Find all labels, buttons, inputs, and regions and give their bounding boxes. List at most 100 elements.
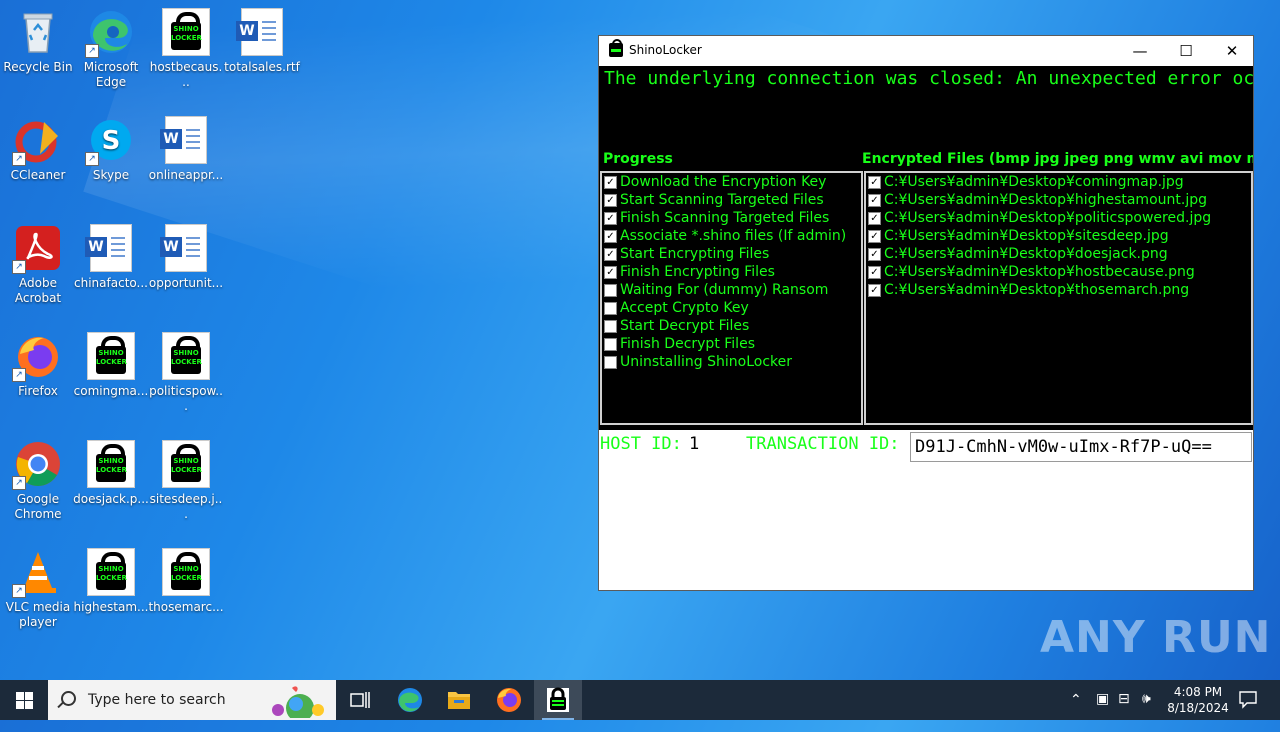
window-titlebar[interactable]: ShinoLocker — ☐ ✕ — [599, 36, 1253, 66]
checked-checkbox[interactable]: ✓ — [604, 266, 617, 279]
edge-icon: ↗ — [85, 8, 135, 58]
unchecked-checkbox[interactable] — [604, 284, 617, 297]
progress-item: ✓ Associate *.shino files (If admin) — [602, 227, 861, 245]
progress-header: Progress — [603, 151, 673, 167]
shinolocker-file-icon: SHINO LOCKER — [87, 440, 135, 488]
checked-checkbox[interactable]: ✓ — [868, 266, 881, 279]
progress-item-label: Start Encrypting Files — [620, 246, 770, 262]
taskbar-search-box[interactable]: Type here to search — [48, 680, 336, 720]
desktop-icon-label: thosemarc... — [148, 600, 224, 614]
desktop-icon-label: Skype — [92, 168, 130, 182]
desktop-icon-label: hostbecaus... — [149, 60, 223, 89]
checked-checkbox[interactable]: ✓ — [604, 212, 617, 225]
volume-icon[interactable]: 🕪 — [1142, 691, 1151, 731]
desktop-icon-chinafacto[interactable]: W chinafacto... — [73, 224, 149, 291]
desktop-icon-adobe-acrobat[interactable]: ↗ Adobe Acrobat — [0, 224, 76, 306]
checked-checkbox[interactable]: ✓ — [868, 212, 881, 225]
desktop-icon-sitesdeep[interactable]: SHINO LOCKER sitesdeep.j... — [148, 440, 224, 522]
desktop-icon-thosemarc[interactable]: SHINO LOCKER thosemarc... — [148, 548, 224, 615]
word-document-icon: W — [85, 224, 135, 272]
desktop-icon-politicspow[interactable]: SHINO LOCKER politicspow... — [148, 332, 224, 414]
progress-item-label: Accept Crypto Key — [620, 300, 749, 316]
transaction-id-field[interactable]: D91J-CmhN-vM0w-uImx-Rf7P-uQ== — [910, 432, 1252, 462]
encrypted-file-item-label: C:¥Users¥admin¥Desktop¥thosemarch.png — [884, 282, 1190, 298]
desktop-icon-skype[interactable]: S ↗ Skype — [73, 116, 149, 183]
close-button[interactable]: ✕ — [1209, 36, 1255, 66]
encrypted-file-item: ✓ C:¥Users¥admin¥Desktop¥hostbecause.png — [866, 263, 1251, 281]
progress-item-label: Finish Decrypt Files — [620, 336, 755, 352]
desktop-icon-hostbecause[interactable]: SHINO LOCKER hostbecaus... — [148, 8, 224, 90]
progress-item: Finish Decrypt Files — [602, 335, 861, 353]
shortcut-arrow-icon: ↗ — [85, 44, 99, 58]
word-document-icon: W — [236, 8, 286, 56]
desktop-icon-highestam[interactable]: SHINO LOCKER highestam... — [73, 548, 149, 615]
desktop-icon-label: doesjack.p... — [73, 492, 149, 506]
network-icon[interactable]: ⊟ — [1118, 691, 1130, 731]
search-placeholder: Type here to search — [88, 692, 226, 708]
start-button[interactable] — [0, 680, 48, 720]
progress-item-label: Waiting For (dummy) Ransom — [620, 282, 829, 298]
shortcut-arrow-icon: ↗ — [12, 260, 26, 274]
encrypted-file-item: ✓ C:¥Users¥admin¥Desktop¥politicspowered.… — [866, 209, 1251, 227]
unchecked-checkbox[interactable] — [604, 356, 617, 369]
desktop-icon-vlc[interactable]: ↗ VLC media player — [0, 548, 76, 630]
desktop-icon-comingmap[interactable]: SHINO LOCKER comingma... — [73, 332, 149, 399]
encrypted-file-item: ✓ C:¥Users¥admin¥Desktop¥thosemarch.png — [866, 281, 1251, 299]
checked-checkbox[interactable]: ✓ — [868, 284, 881, 297]
taskbar-clock[interactable]: 4:08 PM 8/18/2024 — [1162, 684, 1234, 716]
taskbar-firefox-button[interactable] — [485, 680, 533, 720]
unchecked-checkbox[interactable] — [604, 302, 617, 315]
encrypted-file-item-label: C:¥Users¥admin¥Desktop¥politicspowered.j… — [884, 210, 1212, 226]
desktop-icon-ccleaner[interactable]: ↗ CCleaner — [0, 116, 76, 183]
word-document-icon: W — [160, 224, 210, 272]
checked-checkbox[interactable]: ✓ — [604, 194, 617, 207]
task-view-button[interactable] — [336, 680, 384, 720]
shinolocker-file-icon: SHINO LOCKER — [162, 8, 210, 56]
progress-item: Waiting For (dummy) Ransom — [602, 281, 861, 299]
checked-checkbox[interactable]: ✓ — [868, 230, 881, 243]
notifications-icon[interactable] — [1238, 689, 1258, 709]
shinolocker-file-icon: SHINO LOCKER — [162, 440, 210, 488]
tray-overflow-chevron-icon[interactable]: ⌃ — [1070, 692, 1082, 732]
desktop-icon-label: chinafacto... — [74, 276, 148, 290]
desktop-icon-microsoft-edge[interactable]: ↗ Microsoft Edge — [73, 8, 149, 90]
checked-checkbox[interactable]: ✓ — [604, 230, 617, 243]
maximize-button[interactable]: ☐ — [1163, 36, 1209, 66]
desktop-icon-google-chrome[interactable]: ↗ Google Chrome — [0, 440, 76, 522]
desktop-icon-totalsales[interactable]: W totalsales.rtf — [224, 8, 300, 75]
desktop-icon-recycle-bin[interactable]: Recycle Bin — [0, 8, 76, 75]
firefox-icon: ↗ — [12, 332, 62, 382]
checked-checkbox[interactable]: ✓ — [604, 176, 617, 189]
desktop-icon-onlineappr[interactable]: W onlineappr... — [148, 116, 224, 183]
minimize-button[interactable]: — — [1117, 36, 1163, 66]
desktop-icon-doesjack[interactable]: SHINO LOCKER doesjack.p... — [73, 440, 149, 507]
shortcut-arrow-icon: ↗ — [12, 368, 26, 382]
checked-checkbox[interactable]: ✓ — [868, 176, 881, 189]
checked-checkbox[interactable]: ✓ — [868, 248, 881, 261]
shinolocker-file-icon: SHINO LOCKER — [87, 332, 135, 380]
anyrun-watermark: ANY RUN — [1040, 612, 1272, 663]
unchecked-checkbox[interactable] — [604, 338, 617, 351]
shinolocker-app-icon — [547, 687, 569, 712]
progress-item-label: Start Decrypt Files — [620, 318, 750, 334]
encrypted-file-item-label: C:¥Users¥admin¥Desktop¥doesjack.png — [884, 246, 1168, 262]
checked-checkbox[interactable]: ✓ — [868, 194, 881, 207]
shinolocker-window: ShinoLocker — ☐ ✕ The underlying connect… — [598, 35, 1254, 591]
taskbar-shinolocker-button[interactable] — [534, 680, 582, 720]
transaction-id-label: TRANSACTION ID: — [746, 434, 900, 454]
desktop-icon-label: comingma... — [73, 384, 149, 398]
desktop-icon-firefox[interactable]: ↗ Firefox — [0, 332, 76, 399]
progress-item: ✓ Download the Encryption Key — [602, 173, 861, 191]
unchecked-checkbox[interactable] — [604, 320, 617, 333]
checked-checkbox[interactable]: ✓ — [604, 248, 617, 261]
desktop-icon-label: Firefox — [18, 384, 58, 398]
encrypted-file-item: ✓ C:¥Users¥admin¥Desktop¥sitesdeep.jpg — [866, 227, 1251, 245]
shortcut-arrow-icon: ↗ — [12, 584, 26, 598]
desktop-icon-label: Microsoft Edge — [83, 60, 139, 89]
progress-item: Uninstalling ShinoLocker — [602, 353, 861, 371]
desktop-icon-opportunit[interactable]: W opportunit... — [148, 224, 224, 291]
taskbar-file-explorer-button[interactable] — [435, 680, 483, 720]
taskbar-edge-button[interactable] — [386, 680, 434, 720]
device-icon[interactable]: ▣ — [1096, 691, 1109, 731]
progress-item-label: Finish Encrypting Files — [620, 264, 775, 280]
